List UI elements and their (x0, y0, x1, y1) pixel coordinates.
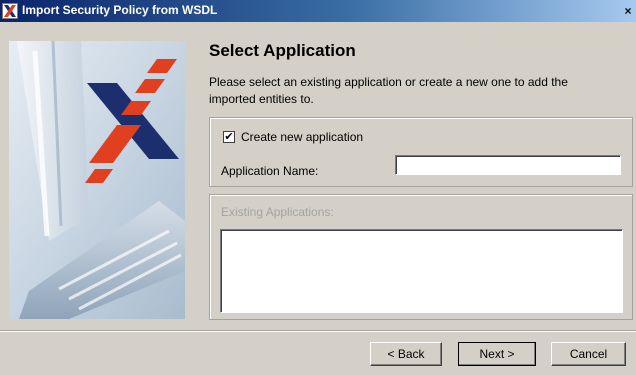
existing-applications-list[interactable] (220, 229, 623, 313)
back-button[interactable]: < Back (370, 342, 442, 366)
button-separator (0, 330, 636, 332)
x-logo-icon (2, 3, 18, 19)
application-name-input[interactable] (395, 155, 621, 175)
cancel-button[interactable]: Cancel (551, 342, 626, 366)
wizard-side-illustration (9, 41, 185, 319)
existing-applications-panel: Existing Applications: (209, 194, 633, 320)
next-button[interactable]: Next > (458, 342, 536, 366)
page-title: Select Application (209, 41, 356, 60)
close-icon[interactable]: × (622, 3, 634, 19)
page-description: Please select an existing application or… (209, 75, 568, 106)
window-title: Import Security Policy from WSDL (22, 3, 218, 17)
create-new-application-checkbox[interactable]: ✔ Create new application (223, 129, 363, 145)
existing-applications-label: Existing Applications: (221, 205, 334, 219)
title-bar[interactable]: Import Security Policy from WSDL × (0, 0, 636, 22)
import-wizard-dialog: Import Security Policy from WSDL × Selec… (0, 0, 636, 375)
checkbox-label: Create new application (241, 130, 364, 144)
create-application-panel: ✔ Create new application Application Nam… (209, 117, 633, 187)
application-name-label: Application Name: (221, 164, 319, 178)
checkbox-box[interactable]: ✔ (223, 131, 235, 143)
